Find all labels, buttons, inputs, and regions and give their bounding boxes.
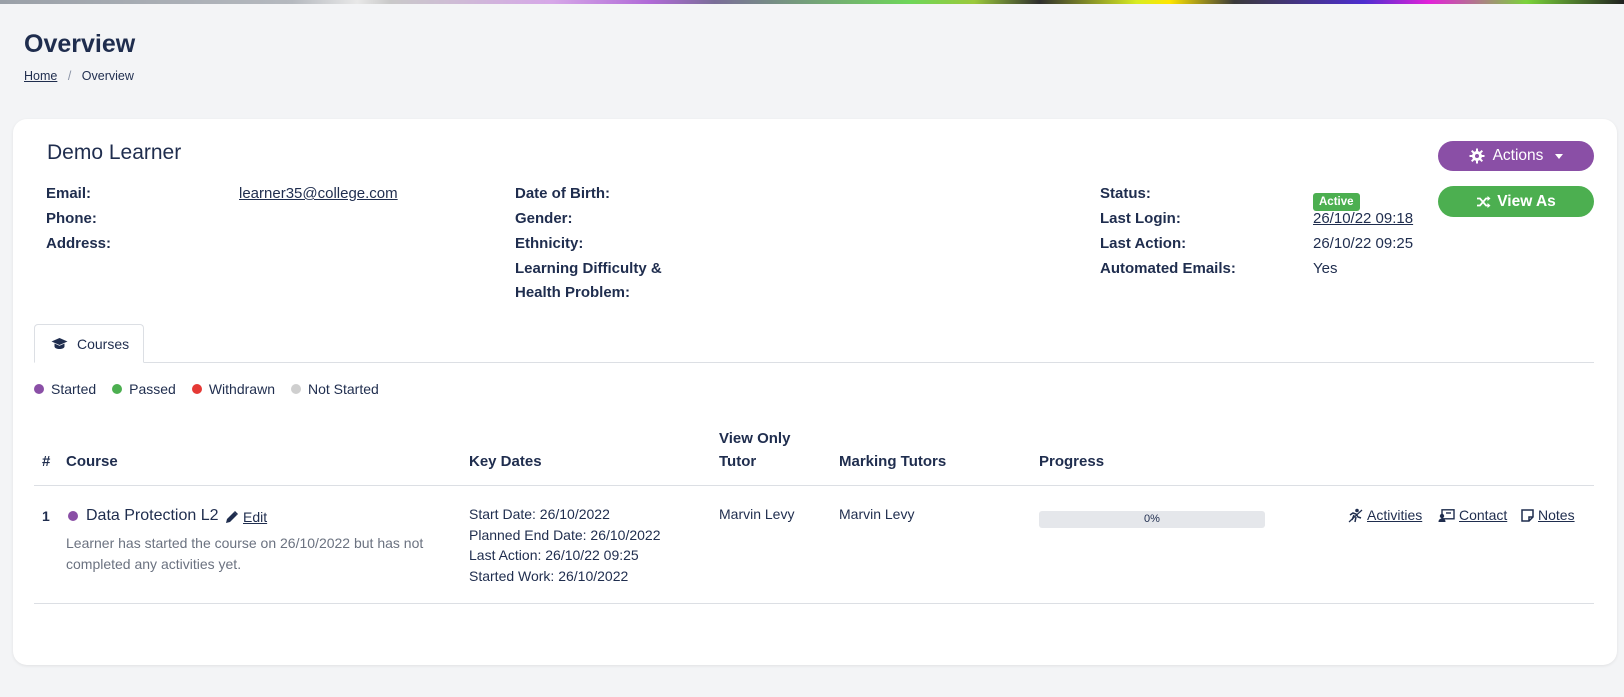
column-header-view-only-tutor-line2: Tutor [719,453,757,470]
actions-dropdown-button[interactable]: Actions [1438,141,1594,171]
legend-label: Not Started [307,381,379,397]
row-index: 1 [42,508,50,524]
email-label: Email: [46,185,92,202]
status-label: Status: [1100,185,1151,202]
view-as-button[interactable]: View As [1438,186,1594,217]
progress-label: 0% [1144,513,1160,525]
key-date-start: Start Date: 26/10/2022 [469,506,610,522]
phone-label: Phone: [46,210,97,227]
table-header-divider [34,485,1594,486]
ldd-label-line1: Learning Difficulty & [515,260,662,277]
course-name: Data Protection L2 [86,507,219,524]
course-description: Learner has started the course on 26/10/… [66,535,424,572]
legend-withdrawn: Withdrawn [191,381,275,397]
column-header-progress: Progress [1039,453,1105,470]
legend-started: Started [34,381,96,397]
column-header-index: # [42,453,51,470]
address-label: Address: [46,235,112,252]
breadcrumb-separator: / [67,69,72,83]
actions-button-label: Actions [1492,147,1544,164]
notes-label: Notes [1538,507,1575,523]
legend-dot [191,384,202,394]
activities-link[interactable]: Activities [1348,507,1422,523]
contact-link[interactable]: Contact [1438,507,1507,523]
legend-label: Passed [129,381,176,397]
automated-emails-label: Automated Emails: [1100,260,1236,277]
caret-down-icon [1555,153,1564,159]
key-date-started-work: Started Work: 26/10/2022 [469,567,629,584]
key-date-planned-end: Planned End Date: 26/10/2022 [469,526,661,543]
activities-icon [1348,508,1363,522]
view-only-tutor: Marvin Levy [719,506,795,522]
page-title: Overview [24,30,136,58]
last-action-label: Last Action: [1100,235,1187,252]
last-login-label: Last Login: [1100,210,1181,227]
legend-dot [290,384,301,394]
column-header-marking-tutors: Marking Tutors [839,453,947,470]
breadcrumb-home-link[interactable]: Home [24,69,57,83]
contact-icon [1438,508,1455,522]
column-header-key-dates: Key Dates [469,453,542,470]
breadcrumb-current: Overview [81,69,134,83]
learner-card: Demo Learner Actions View As Email: lear… [13,119,1617,665]
ldd-label-line2: Health Problem: [515,284,631,301]
edit-course-link[interactable]: Edit [225,509,267,525]
ethnicity-label: Ethnicity: [515,235,584,252]
top-color-strip [0,0,1624,4]
dob-label: Date of Birth: [515,185,610,202]
learner-name: Demo Learner [47,141,182,164]
graduation-cap-icon [51,338,68,349]
course-status-dot [68,511,78,521]
last-action-value: 26/10/22 09:25 [1313,235,1414,252]
legend-passed: Passed [112,381,176,397]
tab-courses-label: Courses [77,335,130,352]
marking-tutor: Marvin Levy [839,506,915,522]
shuffle-icon [1477,195,1491,208]
contact-label: Contact [1459,507,1508,523]
legend-label: Started [51,381,97,397]
legend-not-started: Not Started [290,381,379,397]
last-login-value[interactable]: 26/10/22 09:18 [1313,210,1413,227]
activities-label: Activities [1367,507,1423,523]
progress-bar: 0% [1039,511,1265,528]
table-row-divider [34,603,1594,604]
view-as-label: View As [1497,192,1556,210]
key-date-last-action: Last Action: 26/10/22 09:25 [469,547,639,563]
status-badge: Active [1313,193,1360,211]
notes-icon [1521,508,1534,522]
status-legend: Started Passed Withdrawn Not Started [34,381,379,397]
column-header-course: Course [66,453,118,470]
column-header-view-only-tutor-line1: View Only [719,430,791,447]
breadcrumb: Home / Overview [24,69,134,83]
email-link[interactable]: learner35@college.com [239,185,398,202]
gender-label: Gender: [515,210,573,227]
tabs-divider [34,362,1594,363]
pencil-icon [226,511,238,523]
tab-courses[interactable]: Courses [34,324,144,363]
gear-icon [1469,148,1485,164]
edit-label: Edit [243,509,268,525]
legend-label: Withdrawn [208,381,275,397]
legend-dot [112,384,123,394]
automated-emails-value: Yes [1313,260,1338,277]
notes-link[interactable]: Notes [1521,507,1575,523]
legend-dot [34,384,44,394]
